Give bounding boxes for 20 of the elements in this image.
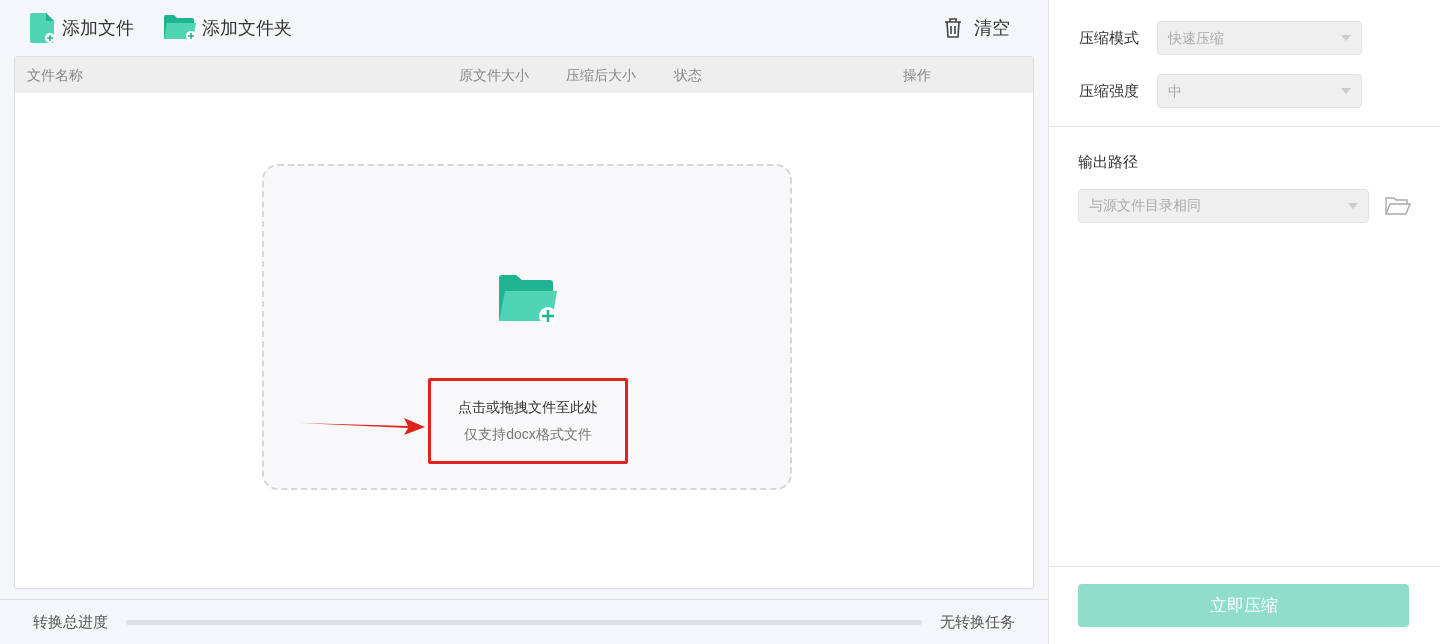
add-folder-button[interactable]: 添加文件夹 xyxy=(164,14,292,42)
format-hint: 仅支持docx格式文件 xyxy=(464,425,592,444)
caret-icon xyxy=(1341,88,1351,94)
file-add-icon xyxy=(30,13,56,43)
caret-icon xyxy=(1348,202,1358,209)
progress-status: 无转换任务 xyxy=(940,611,1015,632)
table-header: 文件名称 原文件大小 压缩后大小 状态 操作 xyxy=(15,57,1033,93)
folder-add-icon xyxy=(499,275,557,325)
trash-icon xyxy=(944,17,962,39)
setting-label: 压缩模式 xyxy=(1079,27,1139,48)
caret-icon xyxy=(1341,35,1351,41)
folder-add-icon xyxy=(164,15,196,41)
clear-button[interactable]: 清空 xyxy=(944,14,1010,42)
progress-label: 转换总进度 xyxy=(33,611,108,632)
setting-label: 压缩强度 xyxy=(1079,80,1139,101)
drop-zone[interactable]: 点击或拖拽文件至此处 仅支持docx格式文件 xyxy=(262,164,792,490)
drop-instruction: 点击或拖拽文件至此处 xyxy=(458,398,598,417)
output-path-label: 输出路径 xyxy=(1078,152,1139,172)
add-file-button[interactable]: 添加文件 xyxy=(30,13,134,43)
folder-icon[interactable] xyxy=(1385,195,1411,216)
